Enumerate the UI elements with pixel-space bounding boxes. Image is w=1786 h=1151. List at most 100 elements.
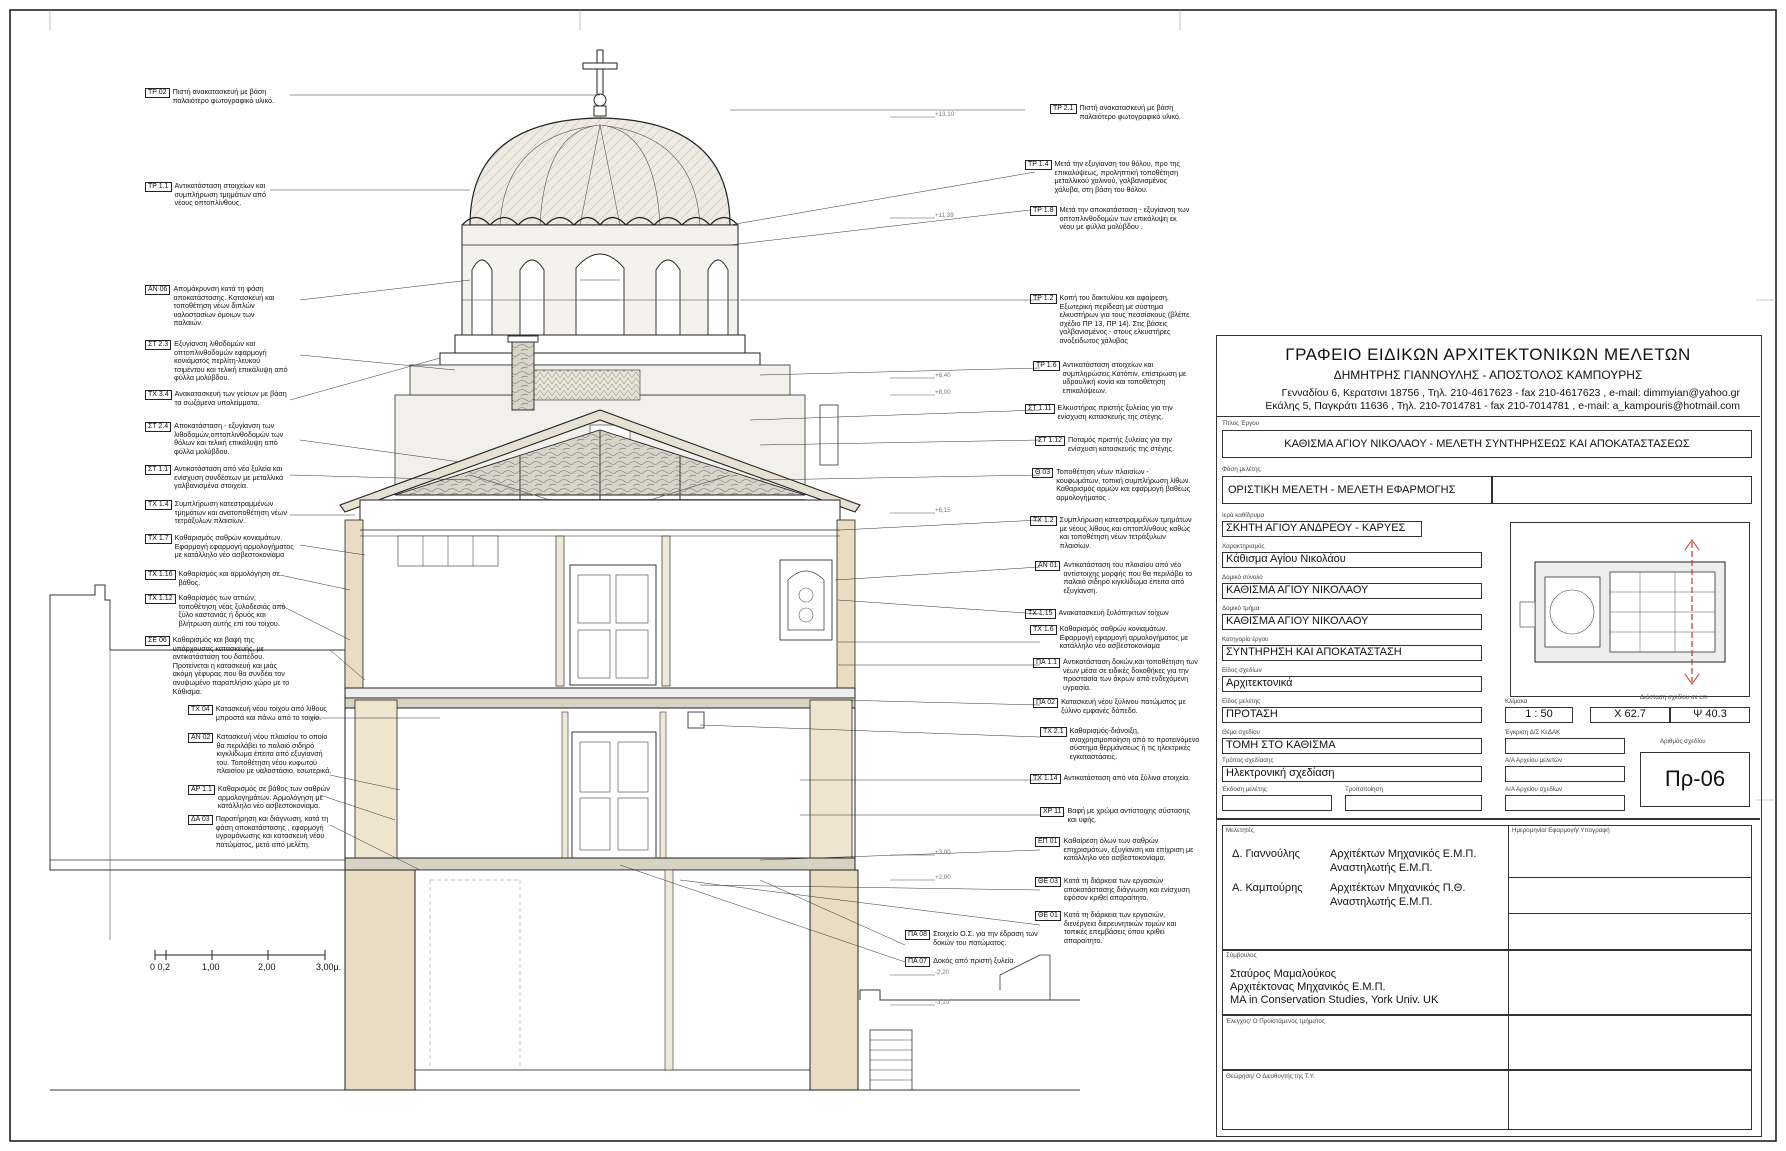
note-code: ΣΤ 1.11: [1025, 404, 1055, 414]
label-subject: Θέμα σχεδίου: [1222, 729, 1260, 736]
note-text: Καθαρισμός και αρμολόγηση σε βάθος.: [178, 569, 280, 587]
note-text: Αντικατάσταση του πλαισίου από νέο αντίσ…: [1063, 560, 1193, 595]
annotation-note: Θ 03 Τοποθέτηση νέων πλαισίων - κουφωμάτω…: [1032, 467, 1207, 502]
label-drawing-no: Αριθμός σχεδίου: [1660, 738, 1706, 745]
label-approved: Θεώρηση/ Ο Διευθυντής της Τ.Υ.: [1226, 1073, 1315, 1080]
divider: [1508, 877, 1752, 878]
scale-label: 2,00: [258, 962, 276, 972]
label-category: Κατηγορία έργου: [1222, 636, 1269, 643]
consultant-line-1: Σταύρος Μαμαλούκος: [1230, 968, 1337, 980]
study-type: ΠΡΟΤΑΣΗ: [1226, 708, 1278, 720]
note-text: Ποταμός πριστής ξυλείας για την ενίσχυση…: [1068, 435, 1175, 453]
note-text: Αντικατάσταση από νέα ξυλεία και ενίσχυσ…: [174, 464, 284, 491]
annotation-note: ΤΧ 1.16 Καθαρισμός και αρμολόγηση σε βάθο…: [145, 569, 305, 587]
note-code: ΣΕ 06: [145, 636, 170, 646]
label-approval: Έγκριση Δ/Σ ΚεΔΑΚ: [1505, 729, 1561, 736]
note-code: ΠΑ 02: [1033, 698, 1059, 708]
annotation-note: ΘΕ 03 Κατά τη διάρκεια των εργασιών αποκα…: [1035, 876, 1210, 903]
note-code: ΘΕ 03: [1035, 877, 1061, 887]
note-code: ΣΤ 2.3: [145, 340, 172, 350]
note-code: ΤΧ 1.14: [1030, 774, 1061, 784]
dome: [439, 117, 761, 366]
scale: 1 : 50: [1525, 708, 1553, 720]
middle-floor: [344, 699, 856, 871]
level-marks: [890, 116, 935, 1006]
note-text: Βαφή με χρώμα αντίστοιχης σύστασης και υ…: [1067, 806, 1190, 824]
note-code: ΤΡ 1.1: [145, 182, 172, 192]
note-text: Αντικατάσταση στοιχείων και συμπλήρωση τ…: [174, 181, 267, 208]
note-text: Ανακατασκευή ξυλόπηκτων τοίχων: [1058, 608, 1169, 617]
type: Αρχιτεκτονικά: [1226, 677, 1293, 689]
note-code: ΧΡ 11: [1040, 807, 1065, 817]
annotation-note: ΤΧ 1.12 Καθαρισμός των αττιών, τοποθέτηση…: [145, 593, 305, 628]
annotation-note: ΣΤ 2.4 Αποκατάσταση - εξυγίανση των λιθοδ…: [145, 421, 300, 456]
divider: [1508, 913, 1752, 914]
note-text: Καθαρισμός-διάνοιξη, αναχρησιμοποίηση απ…: [1069, 726, 1200, 761]
annotation-note: ΤΡ 1.2 Κοπή του δακτυλίου και αφαίρεση. Ε…: [1030, 293, 1205, 346]
annotation-note: ΠΑ 07 Δοκός από πριστή ξυλεία.: [905, 956, 1075, 967]
annotation-note: ΣΕ 06 Καθαρισμός και βαφή της υπάρχουσας …: [145, 635, 305, 696]
label-study-type: Είδος μελέτης: [1222, 698, 1261, 705]
level-label: +8,00: [935, 389, 951, 396]
note-text: Κατασκευή νέου ξύλινου πατώματος με ξύλι…: [1061, 697, 1186, 715]
note-code: ΤΡ 1.8: [1030, 206, 1057, 216]
level-label: +13,10: [935, 111, 955, 118]
note-text: Κατά τη διάρκεια των εργασιών αποκατάστα…: [1063, 876, 1190, 903]
monastery: ΣΚΗΤΗ ΑΓΙΟΥ ΑΝΔΡΕΟΥ - ΚΑΡΥΕΣ: [1226, 522, 1406, 534]
note-code: ΤΧ 2.1: [1040, 727, 1067, 737]
note-code: ΤΧ 3.4: [145, 390, 172, 400]
annotation-note: ΣΤ 1.11 Ελκυστήρας πριστής ξυλείας για τη…: [1025, 403, 1200, 421]
note-text: Πιστή ανακατασκευή με βάση παλαιότερο φω…: [1079, 103, 1181, 121]
designer-1-role-1: Αρχιτέκτων Μηχανικός Ε.Μ.Π.: [1330, 848, 1477, 860]
note-code: ΠΑ 08: [905, 930, 931, 940]
label-archive-studies: Α/Α Αρχείου μελετών: [1505, 757, 1563, 764]
note-code: ΤΧ 1.6: [1030, 625, 1057, 635]
annotation-note: ΣΤ 1.12 Ποταμός πριστής ξυλείας για την ε…: [1035, 435, 1210, 453]
annotation-note: ΤΧ 1.4 Συμπλήρωση κατεστραμμένων τμημάτων…: [145, 499, 300, 526]
label-consultant: Σύμβουλος: [1226, 952, 1257, 959]
annotation-note: ΤΧ 1.6 Καθαρισμός σαθρών κονιαμάτων. Εφαρ…: [1030, 624, 1205, 651]
note-code: ΤΡ 1.6: [1033, 361, 1060, 371]
consultant-line-2: Αρχιτέκτονας Μηχανικός Ε.Μ.Π.: [1230, 981, 1386, 993]
note-code: Θ 03: [1032, 468, 1054, 478]
annotation-note: ΣΤ 2.3 Εξυγίανση λιθοδομών και οπτοπλινθο…: [145, 339, 300, 383]
label-scale: Κλίμακα: [1505, 698, 1528, 705]
category: ΣΥΝΤΗΡΗΣΗ ΚΑΙ ΑΠΟΚΑΤΑΣΤΑΣΗ: [1226, 646, 1402, 658]
cross: [582, 49, 618, 117]
note-code: ΑΝ 06: [145, 285, 171, 295]
annotation-note: ΠΑ 08 Στοιχείο Ο.Σ. για την έδραση των δο…: [905, 929, 1075, 947]
note-code: ΣΤ 2.4: [145, 422, 172, 432]
label-part: Δομικό τμήμα: [1222, 605, 1260, 612]
consultant-line-3: MA in Conservation Studies, York Univ. U…: [1230, 994, 1439, 1006]
level-label: +3,00: [935, 849, 951, 856]
scale-label: 1,00: [202, 962, 220, 972]
note-code: ΕΠ 01: [1035, 837, 1061, 847]
level-label: +2,00: [935, 874, 951, 881]
note-code: ΤΧ 1.4: [145, 500, 172, 510]
annotation-note: ΑΝ 01 Αντικατάσταση του πλαισίου από νέο …: [1035, 560, 1210, 595]
subject: ΤΟΜΗ ΣΤΟ ΚΑΘΙΣΜΑ: [1226, 739, 1336, 751]
level-label: -2,20: [935, 969, 950, 976]
note-code: ΠΑ 1.1: [1033, 658, 1061, 668]
designer-2-role-2: Αναστηλωτής Ε.Μ.Π.: [1330, 896, 1433, 908]
annotation-note: ΤΡ 2.1 Πιστή ανακατασκευή με βάση παλαιότ…: [1050, 103, 1200, 121]
annotation-note: ΤΡ 1.6 Αντικατάσταση στοιχείων και συμπλη…: [1033, 360, 1208, 395]
note-code: ΤΡ 1.4: [1025, 160, 1052, 170]
note-text: Αντικατάσταση δοκών,και τοποθέτηση των ν…: [1063, 657, 1198, 692]
note-text: Παρατήρηση και διάγνωση, κατά τη φάση απ…: [215, 814, 329, 849]
note-code: ΔΑ 03: [188, 815, 213, 825]
annotation-note: ΧΡ 11 Βαφή με χρώμα αντίστοιχης σύστασης …: [1040, 806, 1210, 824]
note-text: Πιστή ανακατασκευή με βάση παλαιότερο φω…: [172, 87, 274, 105]
annotation-note: ΠΑ 1.1 Αντικατάσταση δοκών,και τοποθέτηση…: [1033, 657, 1208, 692]
note-text: Καθαρισμός σε βάθος των σαθρών αρμολογημ…: [217, 784, 330, 811]
annotation-note: ΑΝ 02 Κατασκευή νέου πλαισίου το οποίο θα…: [188, 732, 348, 776]
key-plan: [1519, 539, 1726, 685]
note-code: ΣΤ 1.1: [145, 465, 172, 475]
label-project-title: Τίτλος Έργου: [1222, 420, 1260, 427]
note-text: Μετά την εξυγίανση του θόλου, προ της επ…: [1054, 159, 1181, 194]
note-code: ΤΡ 02: [145, 88, 170, 98]
label-complex: Δομικό σύνολο: [1222, 574, 1263, 581]
annotation-note: ΣΤ 1.1 Αντικατάσταση από νέα ξυλεία και ε…: [145, 464, 300, 491]
designer-1-name: Δ. Γιαννούλης: [1232, 848, 1300, 860]
scale-bar: [154, 950, 326, 960]
